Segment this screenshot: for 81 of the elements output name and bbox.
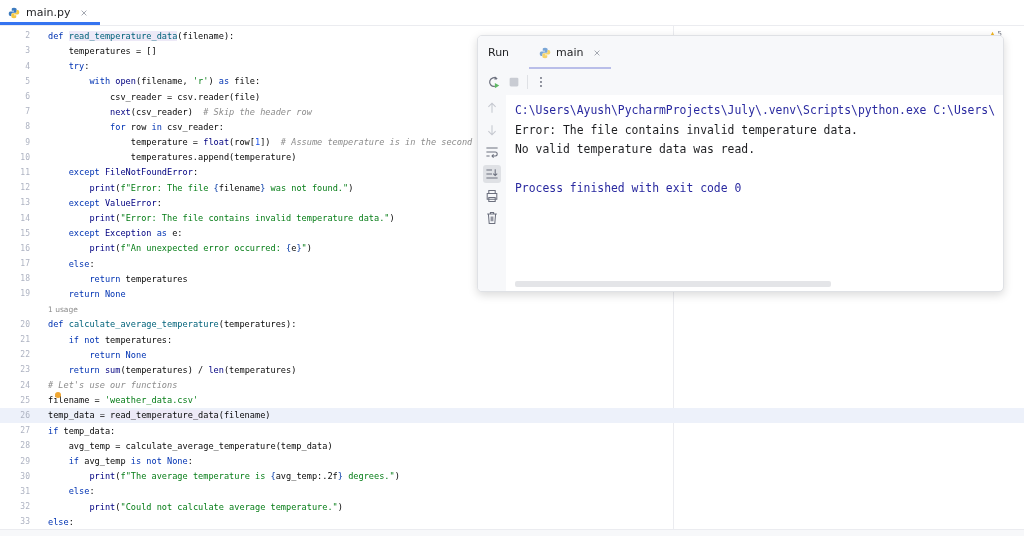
code-line: csv_reader = csv.reader(file) <box>109 91 261 102</box>
line-number: 33 <box>19 517 30 527</box>
code-line: return sum(temperatures) / len(temperatures) <box>67 364 297 375</box>
line-number: 6 <box>24 92 30 102</box>
line-number: 4 <box>24 61 30 71</box>
code-line: def read_temperature_data(filename): <box>48 30 235 41</box>
line-number: 30 <box>19 471 30 481</box>
code-line: else: <box>67 258 95 269</box>
line-number: 11 <box>19 168 30 177</box>
close-icon[interactable] <box>80 8 89 17</box>
code-line: return None <box>67 289 126 299</box>
line-number: 27 <box>19 426 30 436</box>
code-line: filename = 'weather_data.csv' <box>48 395 199 406</box>
line-number: 18 <box>19 274 30 284</box>
line-number: 28 <box>19 441 30 451</box>
code-line: print(f"An unexpected error occurred: {e}") <box>88 243 312 254</box>
line-number: 14 <box>19 213 30 223</box>
line-number: 9 <box>24 137 30 147</box>
console-line: C:\Users\Ayush\PycharmProjects\July\.venv\Scripts\python.exe C:\Users\ <box>515 102 997 119</box>
code-line: for row in csv_reader: <box>109 121 224 132</box>
console-line: Error: The file contains invalid temperature data. <box>515 121 859 139</box>
code-line: temp_data = read_temperature_data(filename) <box>48 410 271 421</box>
bulb-icon[interactable] <box>55 391 61 398</box>
line-number: 26 <box>19 411 30 420</box>
line-number: 8 <box>24 122 30 132</box>
line-number: 15 <box>19 228 30 238</box>
scrollbar[interactable] <box>515 281 831 287</box>
code-line: avg_temp = calculate_average_temperature(temp_data) <box>67 440 333 451</box>
code-line: else: <box>48 516 74 527</box>
code-line: else: <box>67 486 95 497</box>
code-line: return temperatures <box>88 273 188 284</box>
panel-title: Run <box>488 46 510 59</box>
code-line: except Exception as e: <box>67 228 183 239</box>
code-line: # Let's use our functions <box>48 380 178 391</box>
code-line: if avg_temp is not None: <box>67 456 193 467</box>
line-number: 21 <box>19 335 30 345</box>
stop-icon[interactable] <box>507 75 521 89</box>
line-number: 19 <box>19 289 30 299</box>
python-icon <box>539 46 552 59</box>
line-number: 2 <box>24 31 30 41</box>
line-number: 13 <box>19 198 30 208</box>
code-line: print("Error: The file contains invalid temperature data.") <box>88 213 395 224</box>
code-line: print(f"The average temperature is {avg_temp:.2f} degrees.") <box>88 471 400 482</box>
line-number: 24 <box>19 380 30 390</box>
code-line: if not temperatures: <box>67 334 173 345</box>
code-line: except FileNotFoundError: <box>67 167 199 178</box>
rerun-icon[interactable] <box>487 75 501 89</box>
file-tab[interactable]: main.py <box>0 0 101 26</box>
line-number: 20 <box>19 319 30 329</box>
line-number: 16 <box>19 243 30 253</box>
line-number: 7 <box>24 107 30 117</box>
code-line: return None <box>88 349 147 360</box>
code-line: temperatures.append(temperature) <box>129 152 297 163</box>
line-number: 17 <box>19 259 30 269</box>
code-line: print(f"Error: The file {filename} was not found.") <box>88 182 354 193</box>
code-line: except ValueError: <box>67 197 162 208</box>
line-number: 12 <box>19 183 30 193</box>
close-icon[interactable] <box>592 48 601 57</box>
code-line: temperatures = [] <box>67 46 157 56</box>
code-line: temperature = float(row[1]) # Assume temperature is in the second <box>129 137 473 148</box>
line-number: 32 <box>19 502 30 512</box>
line-number: 31 <box>19 486 30 496</box>
python-icon <box>8 6 20 19</box>
code-line: print("Could not calculate average temperature.") <box>88 501 343 512</box>
scroll-to-end-icon[interactable] <box>483 165 501 183</box>
code-line: try: <box>67 61 90 72</box>
code-line: with open(filename, 'r') as file: <box>88 76 261 87</box>
console-line: Process finished with exit code 0 <box>515 180 743 197</box>
code-line: def calculate_average_temperature(temperatures): <box>48 319 297 330</box>
line-number: 5 <box>24 76 30 86</box>
line-number: 23 <box>19 365 30 375</box>
line-number: 22 <box>19 350 30 360</box>
code-line: if temp_data: <box>48 425 116 436</box>
run-tab[interactable]: main <box>529 36 611 69</box>
line-number: 10 <box>19 152 30 162</box>
tab-label: main.py <box>26 6 71 20</box>
code-line: next(csv_reader) # Skip the header row <box>109 106 312 117</box>
console-line: No valid temperature data was read. <box>515 141 757 158</box>
line-number: 29 <box>19 456 30 466</box>
line-number: 3 <box>24 46 30 56</box>
line-number: 25 <box>19 395 30 405</box>
